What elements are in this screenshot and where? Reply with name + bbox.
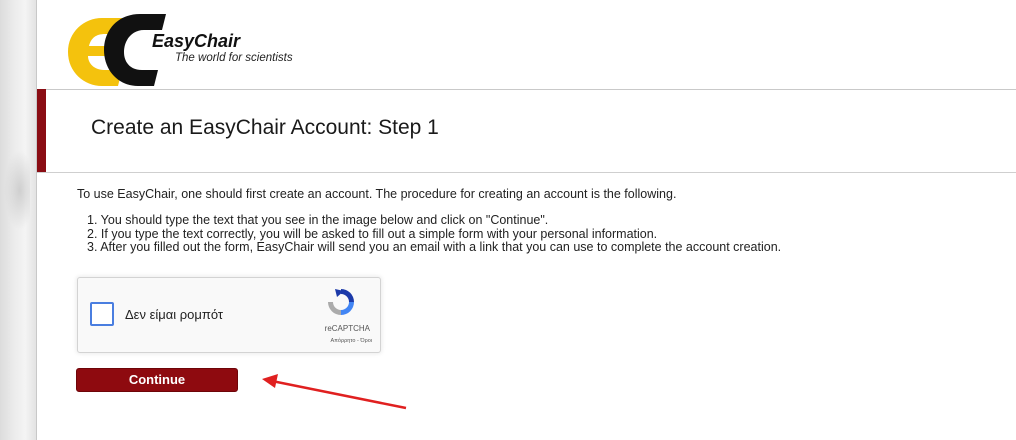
logo-name: EasyChair — [152, 31, 241, 51]
step-item: 2. If you type the text correctly, you w… — [87, 226, 658, 241]
recaptcha-widget: Δεν είμαι ρομπότ reCAPTCHA Απόρρητο - Όρ… — [77, 277, 381, 353]
step-item: 3. After you filled out the form, EasyCh… — [87, 240, 782, 254]
left-margin-decoration — [0, 0, 36, 440]
recaptcha-terms-link[interactable]: Απόρρητο - Όροι — [292, 338, 372, 344]
step-item: 1. You should type the text that you see… — [87, 213, 549, 227]
recaptcha-label: Δεν είμαι ρομπότ — [125, 307, 224, 322]
logo-tagline: The world for scientists — [175, 52, 293, 64]
recaptcha-logo-icon — [328, 289, 354, 315]
continue-button[interactable]: Continue — [76, 368, 238, 392]
page-title: Create an EasyChair Account: Step 1 — [91, 116, 439, 139]
recaptcha-checkbox[interactable] — [90, 302, 114, 326]
title-accent-bar — [37, 89, 46, 172]
steps-list: 1. You should type the text that you see… — [87, 213, 782, 255]
recaptcha-brand: reCAPTCHA — [324, 324, 370, 333]
marble-texture — [4, 150, 30, 230]
intro-text: To use EasyChair, one should first creat… — [77, 187, 677, 201]
content-border — [36, 0, 37, 440]
annotation-arrow — [262, 374, 407, 410]
